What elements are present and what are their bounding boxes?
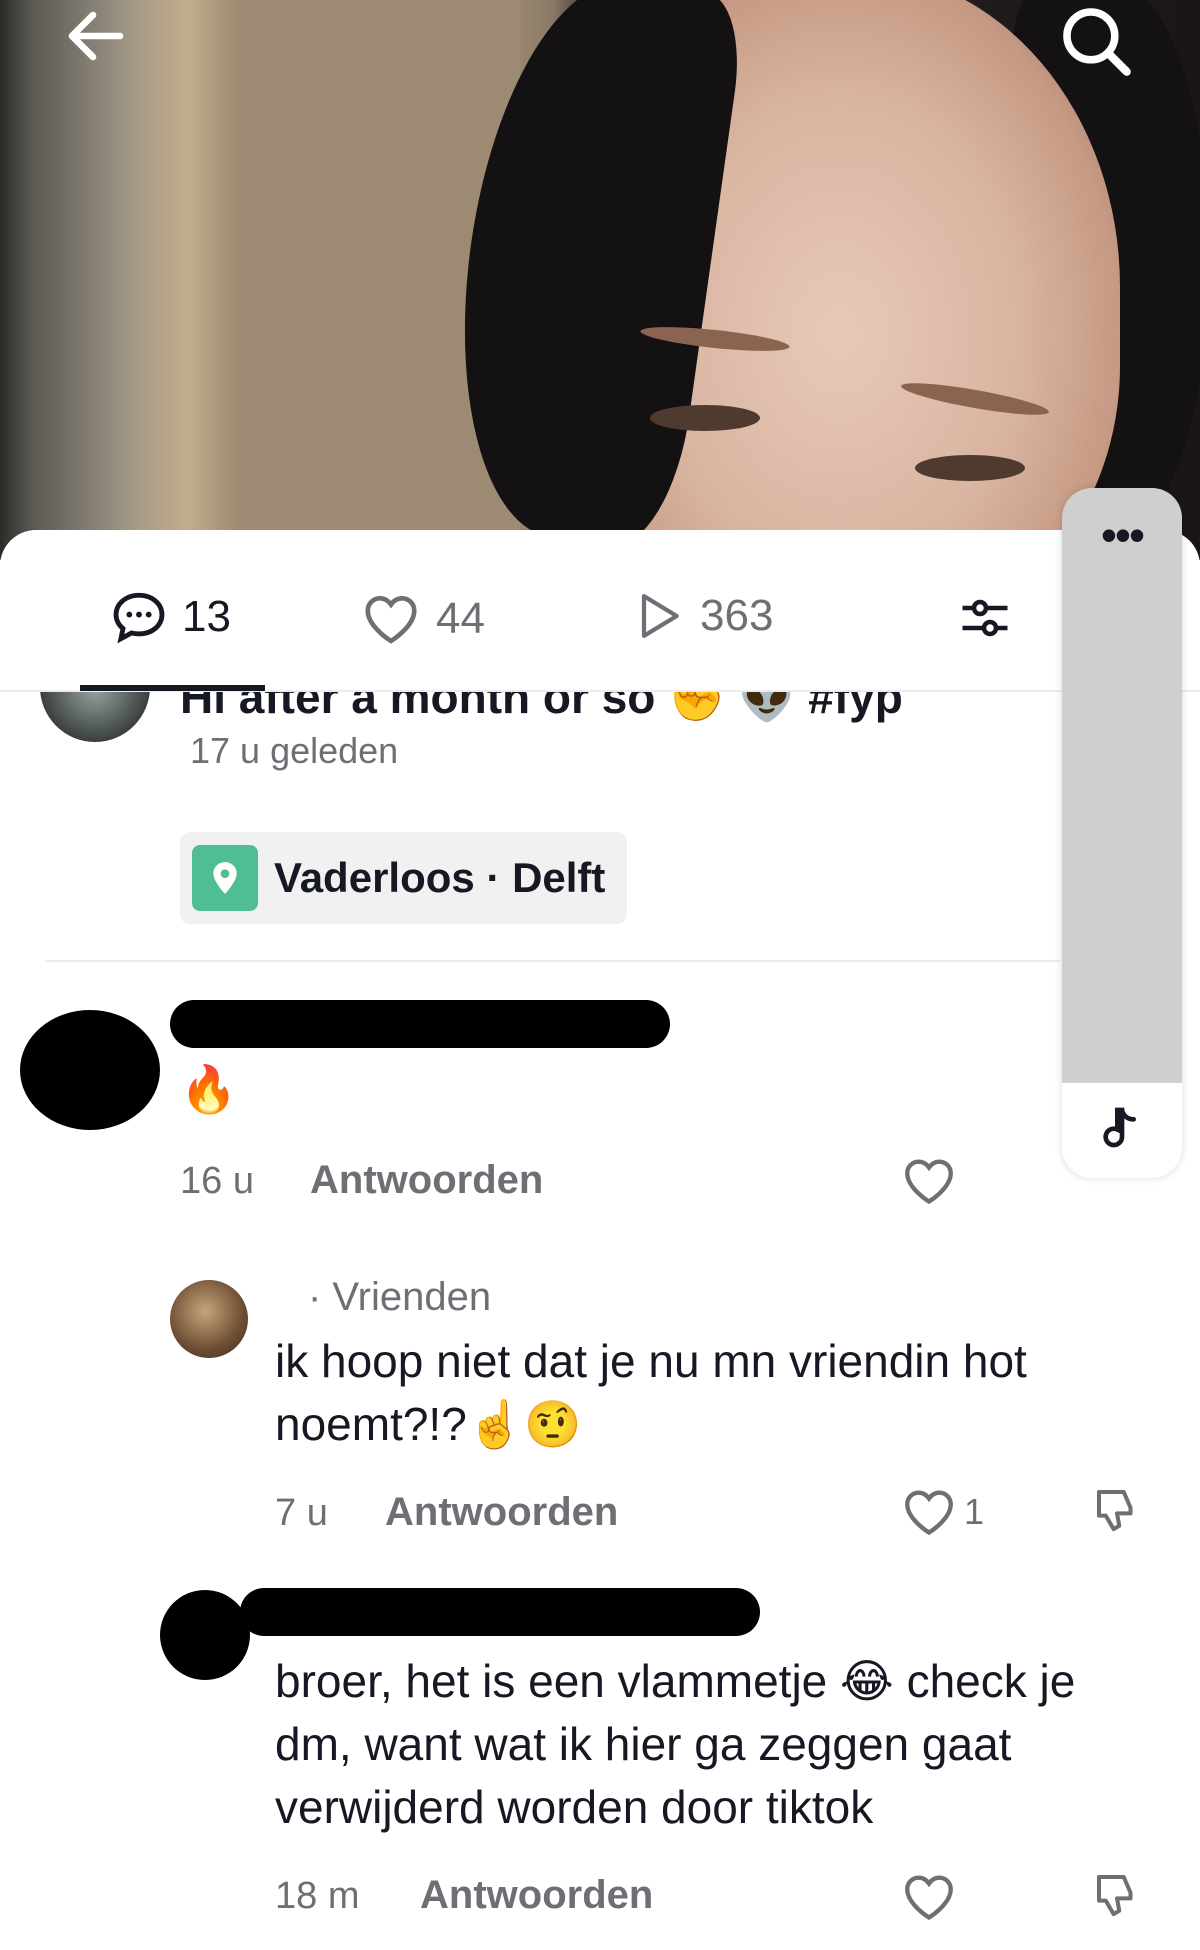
comment-1-reply-button[interactable]: Antwoorden bbox=[310, 1158, 543, 1203]
comment-2-text: ik hoop niet dat je nu mn vriendin hot n… bbox=[275, 1335, 1027, 1450]
location-tag[interactable]: Vaderloos · Delft bbox=[180, 832, 628, 924]
background-wall bbox=[0, 0, 520, 560]
views-stat[interactable]: 363 bbox=[630, 588, 773, 644]
comment-1-like-button[interactable] bbox=[900, 1152, 958, 1210]
comment-1-text: 🔥 bbox=[180, 1063, 238, 1115]
music-button[interactable] bbox=[1062, 1083, 1182, 1178]
eye-right bbox=[915, 455, 1025, 481]
caption-row: Hi after a month or so ✊ 👽 #fyp bbox=[0, 692, 1200, 742]
post-caption: Hi after a month or so ✊ 👽 #fyp bbox=[180, 692, 903, 723]
music-note-icon bbox=[1103, 1107, 1136, 1147]
side-panel[interactable]: ••• bbox=[1062, 488, 1182, 1178]
views-count: 363 bbox=[700, 591, 774, 640]
play-icon bbox=[641, 594, 679, 638]
back-arrow-icon[interactable] bbox=[60, 0, 132, 82]
heart-icon bbox=[905, 1159, 953, 1205]
heart-icon bbox=[905, 1875, 953, 1921]
sliders-icon bbox=[962, 599, 1008, 637]
comment-2-time: 7 u bbox=[275, 1492, 328, 1534]
comments-count: 13 bbox=[182, 592, 231, 641]
comments-sheet: 13 44 363 Hi after a month or so ✊ 👽 #fy… bbox=[0, 530, 1200, 1950]
heart-icon bbox=[905, 1490, 953, 1536]
comment-3-like-button[interactable] bbox=[900, 1868, 958, 1926]
search-icon[interactable] bbox=[1055, 0, 1137, 92]
likes-count: 44 bbox=[436, 594, 485, 643]
thumbs-down-icon bbox=[1096, 1489, 1133, 1532]
divider bbox=[45, 960, 1060, 962]
comment-2-reply-button[interactable]: Antwoorden bbox=[385, 1490, 618, 1535]
likes-stat[interactable]: 44 bbox=[360, 588, 485, 650]
comment-2-avatar[interactable] bbox=[170, 1280, 248, 1358]
eye-left bbox=[650, 405, 760, 431]
author-avatar[interactable] bbox=[40, 692, 150, 742]
filter-button[interactable] bbox=[955, 588, 1015, 648]
tab-indicator bbox=[80, 685, 265, 691]
post-time: 17 u geleden bbox=[190, 730, 399, 771]
comment-bubble-icon bbox=[113, 592, 165, 644]
video-preview[interactable] bbox=[0, 0, 1200, 560]
comment-3-reply-button[interactable]: Antwoorden bbox=[420, 1873, 653, 1918]
comment-1-time: 16 u bbox=[180, 1160, 254, 1202]
comment-3-dislike-button[interactable] bbox=[1090, 1868, 1144, 1922]
redacted-username bbox=[170, 1000, 670, 1048]
redacted-username-2 bbox=[240, 1588, 760, 1636]
heart-icon bbox=[365, 596, 417, 644]
comment-2-like-count: 1 bbox=[964, 1491, 985, 1532]
comment-2-dislike-button[interactable] bbox=[1090, 1483, 1144, 1537]
redacted-avatar-2 bbox=[160, 1590, 250, 1680]
stats-bar: 13 44 363 bbox=[0, 530, 1200, 692]
redacted-avatar bbox=[20, 1010, 160, 1130]
comment-2-like-button[interactable]: 1 bbox=[900, 1483, 984, 1541]
thumbs-down-icon bbox=[1096, 1874, 1133, 1917]
location-label: Vaderloos · Delft bbox=[274, 854, 606, 901]
comment-3-time: 18 m bbox=[275, 1875, 360, 1917]
comment-3-text: broer, het is een vlammetje 😂 check je d… bbox=[275, 1655, 1076, 1833]
location-pin-icon bbox=[192, 845, 258, 911]
comments-stat[interactable]: 13 bbox=[110, 588, 231, 646]
more-options-button[interactable]: ••• bbox=[1062, 508, 1182, 562]
comment-2-tag: · Vrienden bbox=[308, 1275, 492, 1319]
